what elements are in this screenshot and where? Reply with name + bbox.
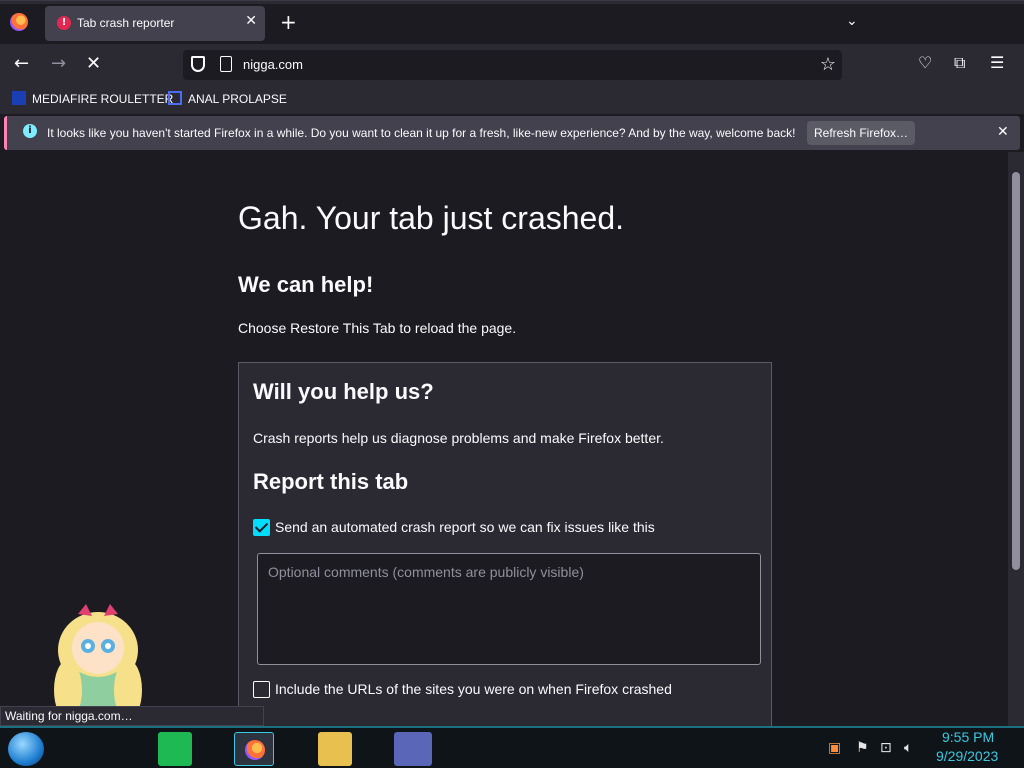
folder-icon[interactable]: [318, 732, 352, 766]
address-bar[interactable]: nigga.com ☆: [183, 50, 842, 80]
include-urls-label[interactable]: Include the URLs of the sites you were o…: [275, 681, 672, 697]
firefox-taskbar-button[interactable]: [234, 732, 274, 766]
bookmark-star-icon[interactable]: ☆: [820, 54, 836, 75]
bookmark-mediafire[interactable]: MEDIAFIRE ROULETTER: [12, 91, 173, 106]
bookmarks-toolbar: MEDIAFIRE ROULETTER ANAL PROLAPSE: [0, 86, 1024, 114]
sigma-icon: [168, 91, 182, 105]
include-urls-checkbox[interactable]: [253, 681, 270, 698]
send-report-label[interactable]: Send an automated crash report so we can…: [275, 519, 655, 535]
notification-text: It looks like you haven't started Firefo…: [47, 126, 796, 140]
page-title: Gah. Your tab just crashed.: [238, 200, 625, 236]
report-text: Crash reports help us diagnose problems …: [253, 430, 664, 446]
help-text: Choose Restore This Tab to reload the pa…: [238, 320, 517, 336]
bookmark-anal-prolapse[interactable]: ANAL PROLAPSE: [168, 91, 287, 106]
help-heading: We can help!: [238, 272, 374, 297]
tab-crash-reporter[interactable]: ! Tab crash reporter ✕: [45, 6, 265, 41]
clock-date[interactable]: 9/29/2023: [936, 748, 998, 764]
back-arrow-icon[interactable]: ←: [14, 53, 29, 74]
tab-title: Tab crash reporter: [77, 16, 175, 30]
taskbar: ▣ ⚑ ⊡ 🔈︎ 9:55 PM 9/29/2023: [0, 726, 1024, 768]
status-text: Waiting for nigga.com…: [0, 706, 264, 726]
shield-icon[interactable]: [191, 56, 205, 72]
hamburger-menu-icon[interactable]: ☰: [990, 53, 1004, 72]
start-orb-icon[interactable]: [8, 732, 44, 766]
info-icon: i: [23, 124, 37, 138]
refresh-notification-bar: i It looks like you haven't started Fire…: [4, 116, 1020, 150]
network-icon[interactable]: ⊡: [880, 740, 892, 756]
report-subheading: Report this tab: [253, 469, 409, 494]
report-heading: Will you help us?: [253, 379, 434, 404]
firefox-icon[interactable]: [10, 13, 28, 31]
flag-icon[interactable]: ⚑: [856, 740, 869, 756]
url-text[interactable]: nigga.com: [243, 57, 303, 72]
pocket-icon[interactable]: ♡: [918, 53, 932, 72]
chevron-down-icon[interactable]: ⌄: [846, 13, 858, 29]
new-tab-plus-icon[interactable]: +: [280, 10, 297, 34]
comments-textarea[interactable]: [257, 553, 761, 665]
firefox-icon: [245, 740, 265, 760]
volume-icon[interactable]: 🔈︎: [904, 740, 912, 756]
warning-icon: !: [57, 16, 71, 30]
tab-bar: ! Tab crash reporter ✕ + ⌄: [0, 0, 1024, 44]
forward-arrow-icon[interactable]: →: [51, 53, 66, 74]
mediafire-icon: [12, 91, 26, 105]
close-tab-icon[interactable]: ✕: [245, 13, 257, 29]
app-window-icon[interactable]: [394, 732, 432, 766]
stop-loading-icon[interactable]: ✕: [86, 53, 101, 74]
page-icon[interactable]: [220, 56, 232, 72]
crash-report-panel: Will you help us? Crash reports help us …: [238, 362, 772, 726]
page-content: Gah. Your tab just crashed. We can help!…: [0, 152, 1008, 726]
scrollbar[interactable]: [1008, 152, 1024, 726]
spotify-icon[interactable]: [158, 732, 192, 766]
tray-app-icon[interactable]: ▣: [828, 740, 841, 756]
refresh-firefox-button[interactable]: Refresh Firefox…: [807, 121, 915, 145]
close-notification-icon[interactable]: ✕: [997, 124, 1009, 140]
extensions-puzzle-icon[interactable]: ⧉: [954, 53, 965, 73]
send-report-checkbox[interactable]: [253, 519, 270, 536]
clock-time[interactable]: 9:55 PM: [942, 729, 994, 745]
navigation-toolbar: ← → ✕ nigga.com ☆ ♡ ⧉ ☰: [0, 44, 1024, 86]
scrollbar-thumb[interactable]: [1012, 172, 1020, 570]
